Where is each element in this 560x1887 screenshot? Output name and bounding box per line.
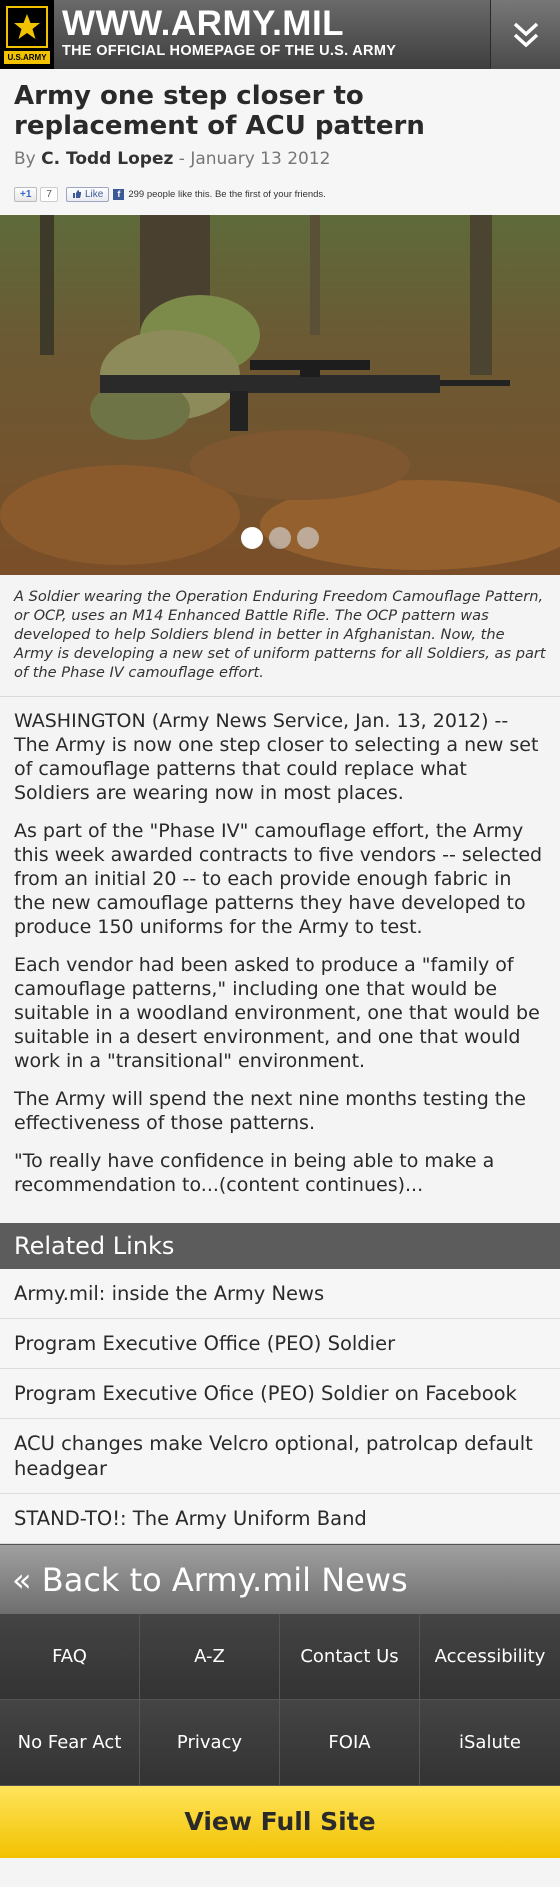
related-link[interactable]: STAND-TO!: The Army Uniform Band — [0, 1494, 560, 1544]
article-paragraph: The Army will spend the next nine months… — [14, 1088, 526, 1134]
facebook-like-button[interactable]: Like — [65, 186, 110, 202]
site-header: U.S.ARMY WWW.ARMY.MIL THE OFFICIAL HOMEP… — [0, 0, 560, 69]
view-full-site-button[interactable]: View Full Site — [0, 1786, 560, 1858]
byline-separator: - — [173, 149, 191, 169]
related-link[interactable]: Army.mil: inside the Army News — [0, 1269, 560, 1319]
footer-links: FAQ A-Z Contact Us Accessibility No Fear… — [0, 1614, 560, 1786]
thumbs-up-icon — [72, 190, 81, 198]
gplus-widget: +1 7 — [14, 186, 58, 202]
footer-link-isalute[interactable]: iSalute — [420, 1700, 560, 1786]
byline: By C. Todd Lopez - January 13 2012 — [14, 149, 546, 169]
article-photo-carousel[interactable] — [0, 215, 560, 575]
footer-link-a-z[interactable]: A-Z — [140, 1614, 280, 1700]
related-links-heading: Related Links — [0, 1223, 560, 1269]
site-tagline: THE OFFICIAL HOMEPAGE OF THE U.S. ARMY — [62, 43, 397, 59]
menu-button[interactable] — [490, 0, 560, 69]
by-label: By — [14, 149, 36, 169]
army-star-icon — [6, 6, 48, 48]
footer-link-faq[interactable]: FAQ — [0, 1614, 140, 1700]
social-bar: +1 7 Like f 299 people like this. Be the… — [14, 169, 546, 215]
facebook-like-widget: Like f 299 people like this. Be the firs… — [65, 186, 326, 202]
soldier-photo — [0, 215, 560, 575]
facebook-icon: f — [113, 188, 125, 200]
article-title: Army one step closer to replacement of A… — [14, 81, 425, 141]
carousel-dot-3[interactable] — [297, 527, 319, 549]
related-links-list: Army.mil: inside the Army News Program E… — [0, 1269, 560, 1544]
double-chevron-down-icon — [513, 22, 538, 47]
article-paragraph: Each vendor had been asked to produce a … — [14, 954, 540, 1072]
logo-text: U.S.ARMY — [4, 51, 50, 64]
related-link[interactable]: Program Executive Ofice (PEO) Soldier on… — [0, 1369, 560, 1419]
brand[interactable]: WWW.ARMY.MIL THE OFFICIAL HOMEPAGE OF TH… — [54, 0, 490, 69]
article-header: Army one step closer to replacement of A… — [0, 69, 560, 215]
carousel-dot-1[interactable] — [241, 527, 263, 549]
back-to-news-button[interactable]: « Back to Army.mil News — [0, 1544, 560, 1614]
article-paragraph: As part of the "Phase IV" camouflage eff… — [14, 820, 543, 938]
article-date: January 13 2012 — [190, 149, 331, 169]
related-link[interactable]: Program Executive Office (PEO) Soldier — [0, 1319, 560, 1369]
army-logo[interactable]: U.S.ARMY — [0, 0, 54, 69]
author-link[interactable]: C. Todd Lopez — [41, 149, 173, 169]
article-paragraph: WASHINGTON (Army News Service, Jan. 13, … — [14, 710, 539, 804]
article-body: WASHINGTON (Army News Service, Jan. 13, … — [0, 697, 560, 1217]
site-name: WWW.ARMY.MIL — [62, 4, 345, 43]
footer-link-foia[interactable]: FOIA — [280, 1700, 420, 1786]
facebook-like-count-text: 299 people like this. Be the first of yo… — [128, 188, 326, 200]
footer-link-accessibility[interactable]: Accessibility — [420, 1614, 560, 1700]
gplus-count: 7 — [40, 186, 58, 202]
footer-link-contact-us[interactable]: Contact Us — [280, 1614, 420, 1700]
related-link[interactable]: ACU changes make Velcro optional, patrol… — [0, 1419, 560, 1494]
photo-caption: A Soldier wearing the Operation Enduring… — [0, 575, 560, 697]
gplus-button[interactable]: +1 — [14, 186, 38, 202]
carousel-dot-2[interactable] — [269, 527, 291, 549]
footer-link-no-fear-act[interactable]: No Fear Act — [0, 1700, 140, 1786]
carousel-dots — [0, 527, 560, 549]
facebook-like-label: Like — [84, 188, 104, 200]
article-paragraph: "To really have confidence in being able… — [14, 1150, 495, 1196]
footer-link-privacy[interactable]: Privacy — [140, 1700, 280, 1786]
